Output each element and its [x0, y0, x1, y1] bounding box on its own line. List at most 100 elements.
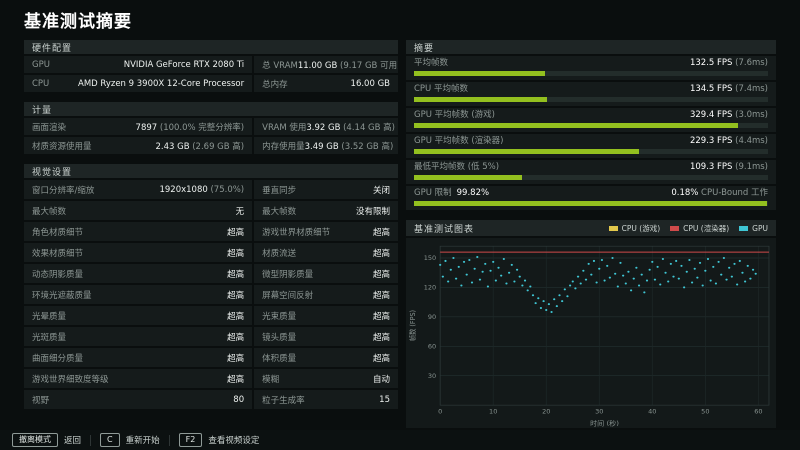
setting-value: 超高 — [372, 227, 390, 238]
hardware-cell-vram: 总 VRAM 11.00 GB (9.17 GB 可用) — [254, 56, 398, 73]
summary-bar-track — [414, 71, 768, 76]
setting-row: 效果材质细节 超高 材质流送 超高 — [24, 243, 398, 262]
summary-bar-fill — [414, 201, 768, 206]
legend-label: CPU (渲染器) — [683, 223, 730, 233]
setting-label: 角色材质细节 — [32, 227, 84, 238]
hardware-label: CPU — [32, 78, 50, 89]
legend-label: GPU — [752, 223, 768, 233]
setting-value: 80 — [233, 394, 245, 405]
setting-cell: 最大帧数 无 — [24, 201, 253, 220]
chart-legend: CPU (游戏) CPU (渲染器) GPU — [608, 223, 768, 234]
setting-label: 视野 — [32, 395, 50, 406]
summary-row-gpu-renderer-fps: GPU 平均帧数 (渲染器) 229.3 FPS (4.4ms) — [406, 134, 776, 158]
svg-text:90: 90 — [428, 314, 436, 321]
setting-cell: 效果材质细节 超高 — [24, 243, 253, 262]
svg-text:40: 40 — [648, 409, 656, 416]
right-column: 摘要 平均帧数 132.5 FPS (7.6ms) CPU 平均帧数 134.5… — [406, 40, 776, 428]
summary-label: CPU 平均帧数 — [414, 84, 468, 94]
content-columns: 硬件配置 GPU NVIDIA GeForce RTX 2080 Ti 总 VR… — [24, 40, 776, 428]
setting-label: 微型阴影质量 — [262, 269, 314, 280]
setting-value: 超高 — [372, 290, 390, 301]
benchmark-chart-panel: 基准测试图表 CPU (游戏) CPU (渲染器) GPU 30 60 90 1… — [406, 220, 776, 428]
svg-text:50: 50 — [701, 409, 709, 416]
svg-text:20: 20 — [542, 409, 550, 416]
setting-value: 关闭 — [372, 185, 390, 196]
setting-row: 环境光遮蔽质量 超高 屏幕空间反射 超高 — [24, 285, 398, 304]
keycap-c[interactable]: C — [100, 433, 120, 447]
metric-label: VRAM 使用 — [262, 122, 307, 133]
hint-label-video-settings: 查看视频设定 — [208, 436, 260, 446]
setting-value: 超高 — [227, 290, 245, 301]
panel-header-summary: 摘要 — [406, 40, 776, 54]
svg-text:60: 60 — [754, 409, 762, 416]
setting-value: 15 — [379, 394, 390, 405]
setting-value: 超高 — [227, 374, 245, 385]
setting-cell: 体积质量 超高 — [254, 348, 398, 367]
summary-bar-fill — [414, 71, 545, 76]
left-column: 硬件配置 GPU NVIDIA GeForce RTX 2080 Ti 总 VR… — [24, 40, 398, 428]
svg-text:时间 (秒): 时间 (秒) — [590, 419, 619, 428]
setting-label: 曲面细分质量 — [32, 353, 84, 364]
hint-video-settings[interactable]: F2 查看视频设定 — [178, 433, 260, 447]
summary-row-cpu-avg-fps: CPU 平均帧数 134.5 FPS (7.4ms) — [406, 82, 776, 106]
page-title: 基准测试摘要 — [24, 12, 132, 32]
metric-label: 内存使用量 — [262, 141, 305, 152]
chart-header: 基准测试图表 CPU (游戏) CPU (渲染器) GPU — [406, 220, 776, 236]
setting-value: 无 — [235, 206, 245, 217]
summary-bar-track — [414, 149, 768, 154]
metrics-row: 材质资源使用量 2.43 GB (2.69 GB 高) 内存使用量 3.49 G… — [24, 137, 398, 154]
setting-value: 超高 — [227, 269, 245, 280]
setting-cell: 材质流送 超高 — [254, 243, 398, 262]
hint-back[interactable]: 撤离模式 返回 — [12, 433, 81, 447]
hardware-label: GPU — [32, 59, 50, 70]
summary-panel: 摘要 平均帧数 132.5 FPS (7.6ms) CPU 平均帧数 134.5… — [406, 40, 776, 212]
summary-value: 229.3 FPS — [689, 136, 733, 146]
setting-row: 光晕质量 超高 光束质量 超高 — [24, 306, 398, 325]
hardware-row: GPU NVIDIA GeForce RTX 2080 Ti 总 VRAM 11… — [24, 56, 398, 73]
keycap-f2[interactable]: F2 — [178, 433, 203, 447]
legend-swatch-cyan — [739, 225, 749, 231]
setting-cell: 游戏世界材质细节 超高 — [254, 222, 398, 241]
setting-cell: 模糊 自动 — [254, 369, 398, 388]
hardware-value: 11.00 GB — [297, 60, 338, 71]
metric-value: 7897 — [135, 122, 158, 133]
summary-value: 132.5 FPS — [689, 58, 733, 68]
keycap-esc[interactable]: 撤离模式 — [12, 433, 58, 447]
metrics-cell: 画面渲染 7897 (100.0% 完整分辨率) — [24, 118, 253, 135]
metrics-row: 画面渲染 7897 (100.0% 完整分辨率) VRAM 使用 3.92 GB… — [24, 118, 398, 135]
summary-row-gpu-game-fps: GPU 平均帧数 (游戏) 329.4 FPS (3.0ms) — [406, 108, 776, 132]
setting-row: 游戏世界细致度等级 超高 模糊 自动 — [24, 369, 398, 388]
setting-value: 超高 — [372, 332, 390, 343]
setting-value: 1920x1080 — [159, 184, 208, 195]
setting-cell: 镜头质量 超高 — [254, 327, 398, 346]
panel-header-hardware: 硬件配置 — [24, 40, 398, 54]
setting-value: 超高 — [227, 332, 245, 343]
hardware-cell-ram: 总内存 16.00 GB — [254, 75, 398, 92]
hardware-cell-gpu: GPU NVIDIA GeForce RTX 2080 Ti — [24, 56, 253, 73]
hardware-value: NVIDIA GeForce RTX 2080 Ti — [123, 59, 245, 70]
setting-cell: 窗口分辨率/缩放 1920x1080 (75.0%) — [24, 180, 253, 199]
hint-restart[interactable]: C 重新开始 — [100, 433, 160, 447]
svg-text:0: 0 — [438, 409, 442, 416]
setting-value: 自动 — [372, 374, 390, 385]
setting-label: 环境光遮蔽质量 — [32, 290, 92, 301]
benchmark-scatter-chart: 30 60 90 120 150 0 10 20 30 40 50 60 时间 (秒) 帧数 (FPS) — [408, 245, 770, 428]
setting-value: 超高 — [227, 227, 245, 238]
summary-bar-track — [414, 201, 768, 206]
setting-value: 超高 — [372, 248, 390, 259]
setting-label: 游戏世界材质细节 — [262, 227, 331, 238]
metric-label: 画面渲染 — [32, 122, 67, 133]
summary-value: 109.3 FPS — [689, 162, 733, 172]
svg-text:30: 30 — [428, 373, 436, 380]
hint-label-back: 返回 — [64, 436, 82, 446]
summary-label: 平均帧数 — [414, 58, 449, 68]
setting-value: 超高 — [372, 311, 390, 322]
hint-label-restart: 重新开始 — [125, 436, 160, 446]
legend-item-cpu-renderer: CPU (渲染器) — [670, 223, 729, 234]
setting-cell: 光晕质量 超高 — [24, 306, 253, 325]
panel-header-metrics: 计量 — [24, 102, 398, 116]
setting-row: 视野 80 粒子生成率 15 — [24, 390, 398, 409]
setting-cell: 垂直同步 关闭 — [254, 180, 398, 199]
setting-row: 动态阴影质量 超高 微型阴影质量 超高 — [24, 264, 398, 283]
setting-cell: 角色材质细节 超高 — [24, 222, 253, 241]
